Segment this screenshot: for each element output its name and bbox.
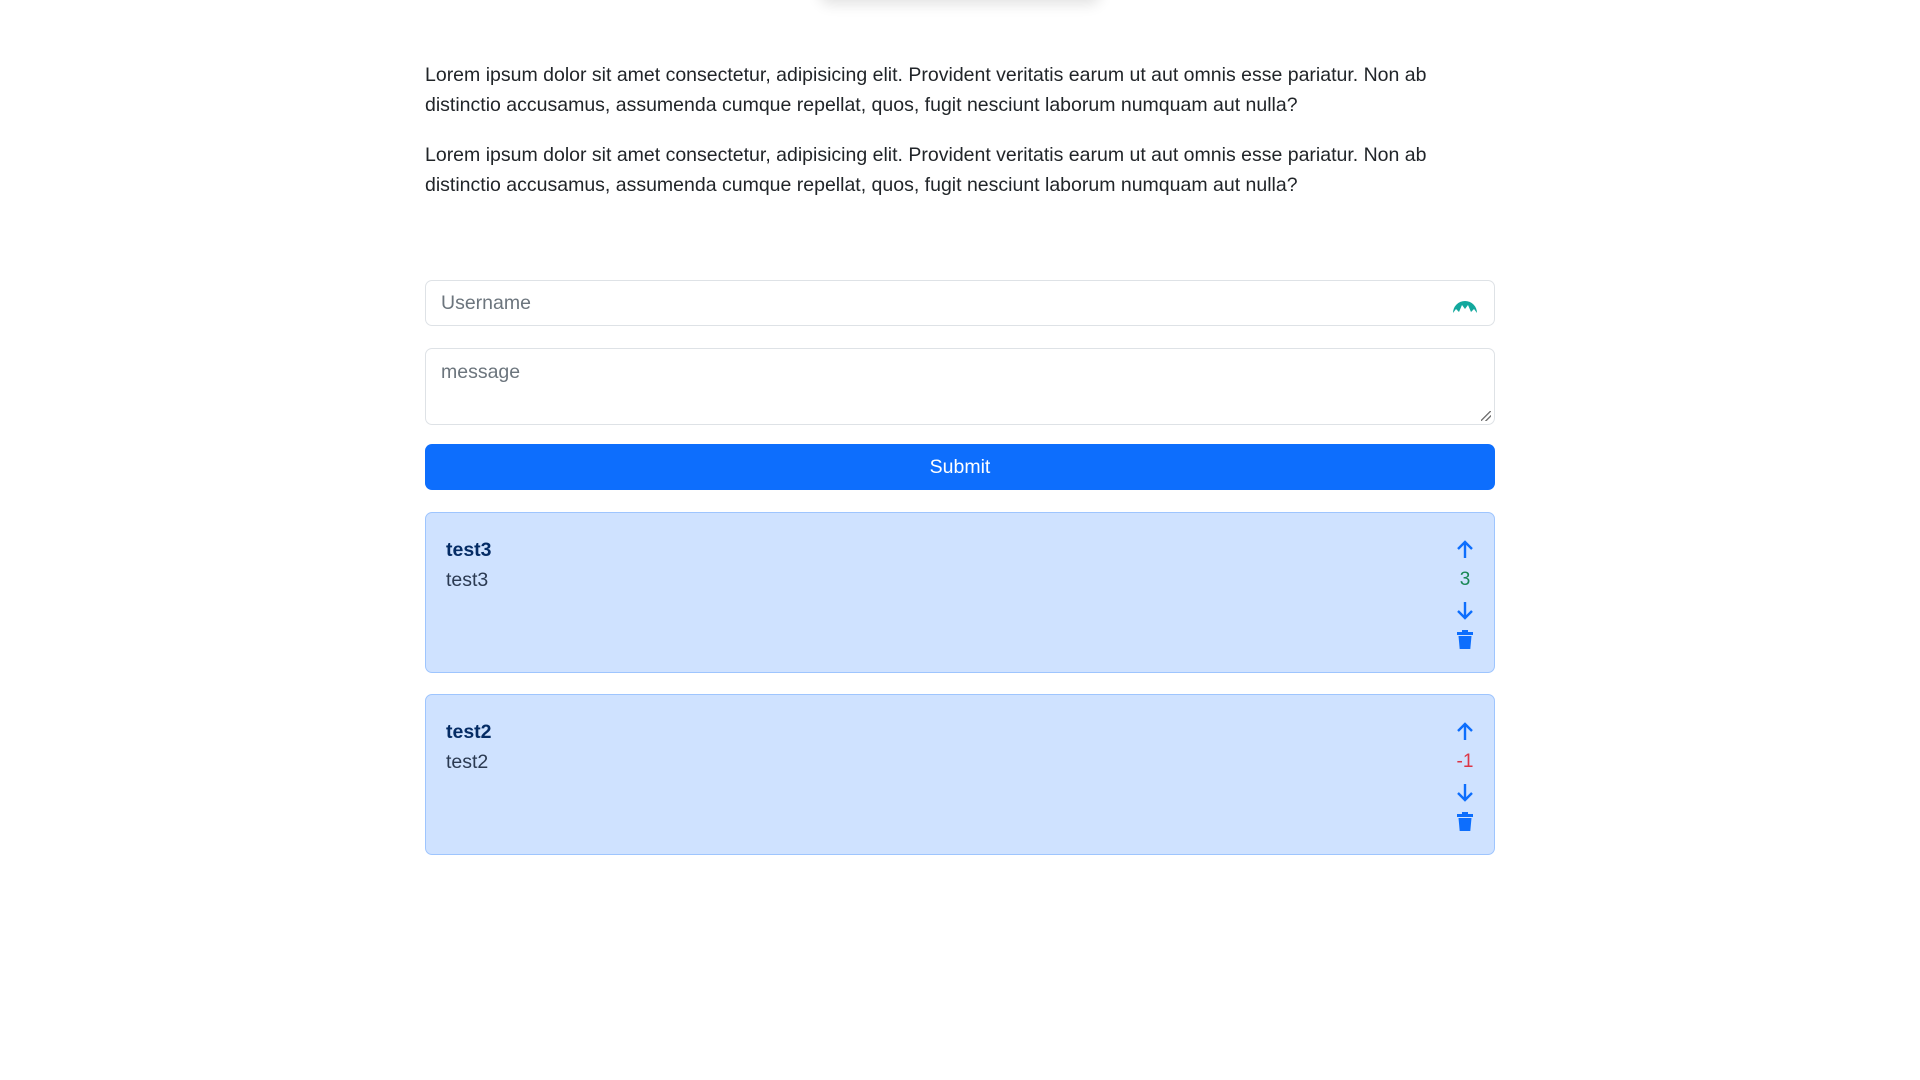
intro-paragraph: Lorem ipsum dolor sit amet consectetur, … [425,64,1427,116]
post-body: test3 [446,569,489,591]
submit-button[interactable]: Submit [425,444,1495,490]
username-input[interactable]: Username [425,280,1495,326]
downvote-arrow-down-icon[interactable] [1456,595,1474,625]
post-card: test3 test3 3 [425,512,1495,673]
post-card: test2 test2 -1 [425,694,1495,855]
username-placeholder: Username [441,291,531,314]
password-manager-icon [1453,301,1477,313]
upvote-arrow-up-icon[interactable] [1456,717,1474,747]
message-textarea[interactable]: message [425,348,1495,425]
main-content: Lorem ipsum dolor sit amet consectetur, … [425,60,1495,855]
resize-handle[interactable] [1481,411,1491,421]
post-body: test2 [446,751,489,773]
intro-paragraph: Lorem ipsum dolor sit amet consectetur, … [425,144,1427,196]
trash-icon[interactable] [1456,625,1474,655]
message-placeholder: message [441,361,521,383]
post-title: test3 [446,539,492,561]
score: 3 [1459,569,1471,590]
trash-icon[interactable] [1456,807,1474,837]
upvote-arrow-up-icon[interactable] [1456,535,1474,565]
downvote-arrow-down-icon[interactable] [1456,777,1474,807]
post-title: test2 [446,721,492,743]
score: -1 [1456,751,1474,772]
